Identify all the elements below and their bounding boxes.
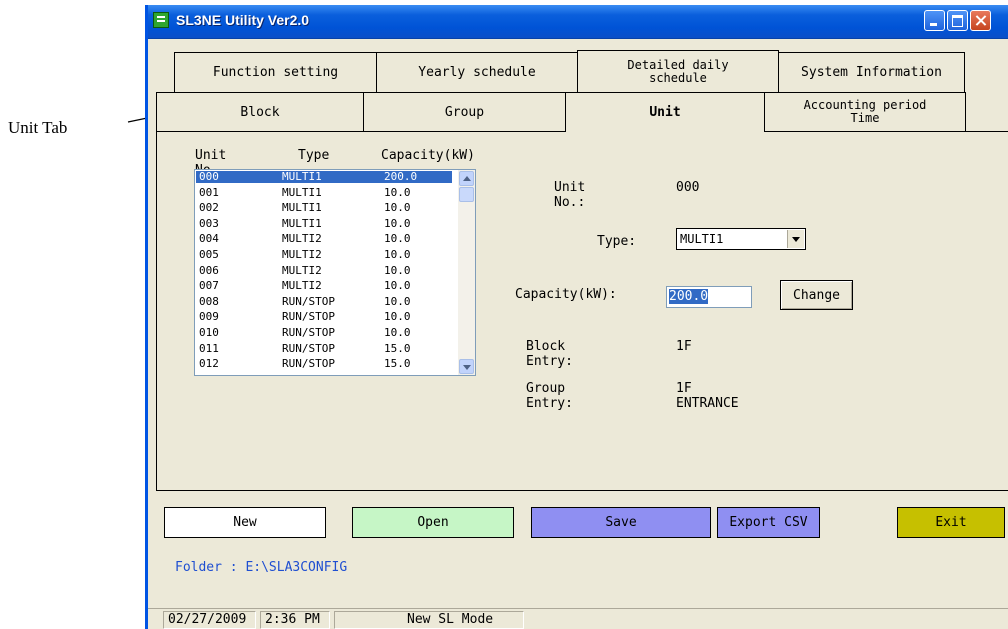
title-bar[interactable]: SL3NE Utility Ver2.0: [148, 5, 1008, 39]
capacity-cell: 15.0: [384, 341, 411, 355]
tab-function-setting[interactable]: Function setting: [174, 52, 377, 92]
type-cell: MULTI2: [282, 263, 322, 277]
group-entry-label: Group Entry:: [526, 381, 573, 411]
status-time: 2:36 PM: [260, 611, 330, 629]
list-item[interactable]: 002 MULTI1 10.0: [196, 202, 452, 214]
type-cell: RUN/STOP: [282, 294, 335, 308]
type-select-value: MULTI1: [680, 232, 724, 246]
list-item[interactable]: 012 RUN/STOP 15.0: [196, 358, 452, 370]
list-item[interactable]: 001 MULTI1 10.0: [196, 185, 452, 199]
list-item[interactable]: 006 MULTI2 10.0: [196, 263, 452, 277]
tab-block[interactable]: Block: [156, 92, 364, 131]
list-item[interactable]: 009 RUN/STOP 10.0: [196, 311, 452, 323]
capacity-cell: 10.0: [384, 326, 411, 339]
group-entry-value: 1F ENTRANCE: [676, 381, 739, 411]
unit-list[interactable]: 000 MULTI1 200.0 001 MULTI1 10.0 002 MULTI1 10.0…: [194, 169, 476, 376]
unit-no-cell: 000: [199, 170, 219, 183]
app-window: SL3NE Utility Ver2.0 Function setting Ye…: [145, 5, 1008, 629]
unit-no-cell: 001: [199, 185, 219, 199]
unit-no-cell: 009: [199, 310, 219, 324]
capacity-input-value: 200.0: [669, 289, 709, 304]
type-cell: MULTI1: [282, 185, 322, 199]
unit-no-cell: 007: [199, 279, 219, 293]
unit-list-scrollbar[interactable]: [458, 170, 475, 375]
block-entry-value: 1F: [676, 339, 692, 354]
capacity-cell: 15.0: [384, 357, 411, 371]
maximize-button[interactable]: [947, 10, 968, 31]
capacity-cell: 10.0: [384, 185, 411, 199]
list-item[interactable]: 008 RUN/STOP 10.0: [196, 294, 452, 308]
list-item[interactable]: 003 MULTI1 10.0: [196, 216, 452, 230]
header-type: Type: [298, 148, 330, 163]
capacity-cell: 10.0: [384, 248, 411, 261]
unit-no-value: 000: [676, 180, 700, 195]
capacity-cell: 10.0: [384, 216, 411, 230]
change-button[interactable]: Change: [780, 280, 853, 310]
list-item[interactable]: 007 MULTI2 10.0: [196, 280, 452, 292]
unit-no-cell: 002: [199, 201, 219, 215]
capacity-cell: 200.0: [384, 170, 418, 183]
type-cell: RUN/STOP: [282, 310, 335, 324]
type-cell: RUN/STOP: [282, 357, 335, 371]
capacity-cell: 10.0: [384, 294, 411, 308]
type-cell: RUN/STOP: [282, 326, 335, 339]
unit-no-cell: 006: [199, 263, 219, 277]
unit-no-cell: 005: [199, 248, 219, 261]
unit-no-label: Unit No.:: [554, 180, 586, 210]
new-button[interactable]: New: [164, 507, 326, 538]
capacity-cell: 10.0: [384, 310, 411, 324]
tab-unit[interactable]: Unit: [565, 92, 765, 132]
capacity-input[interactable]: 200.0: [666, 286, 752, 308]
unit-tab-annotation: Unit Tab: [8, 118, 68, 137]
status-bar: 02/27/2009 2:36 PM New SL Mode: [148, 608, 1008, 629]
unit-no-cell: 008: [199, 294, 219, 308]
capacity-cell: 10.0: [384, 232, 411, 246]
save-button[interactable]: Save: [531, 507, 711, 538]
unit-no-cell: 003: [199, 216, 219, 230]
capacity-cell: 10.0: [384, 201, 411, 215]
type-cell: MULTI2: [282, 279, 322, 293]
header-capacity: Capacity(kW): [381, 148, 475, 163]
list-item[interactable]: 005 MULTI2 10.0: [196, 249, 452, 261]
type-cell: MULTI1: [282, 216, 322, 230]
block-entry-label: Block Entry:: [526, 339, 573, 369]
exit-button[interactable]: Exit: [897, 507, 1005, 538]
unit-no-cell: 011: [199, 341, 219, 355]
list-item[interactable]: 000 MULTI1 200.0: [196, 171, 452, 183]
unit-no-cell: 004: [199, 232, 219, 246]
minimize-button[interactable]: [924, 10, 945, 31]
window-title: SL3NE Utility Ver2.0: [176, 12, 310, 28]
scroll-down-icon[interactable]: [459, 359, 474, 374]
folder-path: Folder : E:\SLA3CONFIG: [175, 560, 348, 575]
tab-detailed-daily-schedule[interactable]: Detailed daily schedule: [577, 50, 779, 92]
close-button[interactable]: [970, 10, 991, 31]
capacity-cell: 10.0: [384, 263, 411, 277]
list-item[interactable]: 004 MULTI2 10.0: [196, 233, 452, 245]
export-csv-button[interactable]: Export CSV: [717, 507, 820, 538]
tab-yearly-schedule[interactable]: Yearly schedule: [376, 52, 578, 92]
tab-accounting-period-time[interactable]: Accounting period Time: [764, 92, 966, 131]
unit-no-cell: 010: [199, 326, 219, 339]
open-button[interactable]: Open: [352, 507, 514, 538]
unit-no-cell: 012: [199, 357, 219, 371]
capacity-cell: 10.0: [384, 279, 411, 293]
type-cell: MULTI1: [282, 201, 322, 215]
type-select[interactable]: MULTI1: [676, 228, 806, 250]
tab-group[interactable]: Group: [363, 92, 566, 131]
scroll-thumb[interactable]: [459, 187, 474, 202]
app-icon: [153, 12, 169, 28]
type-cell: RUN/STOP: [282, 341, 335, 355]
list-item[interactable]: 011 RUN/STOP 15.0: [196, 341, 452, 355]
tab-system-information[interactable]: System Information: [778, 52, 965, 92]
status-mode: New SL Mode: [334, 611, 524, 629]
status-date: 02/27/2009: [163, 611, 256, 629]
list-item[interactable]: 010 RUN/STOP 10.0: [196, 327, 452, 339]
capacity-label: Capacity(kW):: [515, 287, 617, 302]
type-label: Type:: [597, 234, 637, 249]
chevron-down-icon[interactable]: [787, 230, 804, 248]
type-cell: MULTI2: [282, 232, 322, 246]
type-cell: MULTI2: [282, 248, 322, 261]
type-cell: MULTI1: [282, 170, 322, 183]
scroll-up-icon[interactable]: [459, 171, 474, 186]
